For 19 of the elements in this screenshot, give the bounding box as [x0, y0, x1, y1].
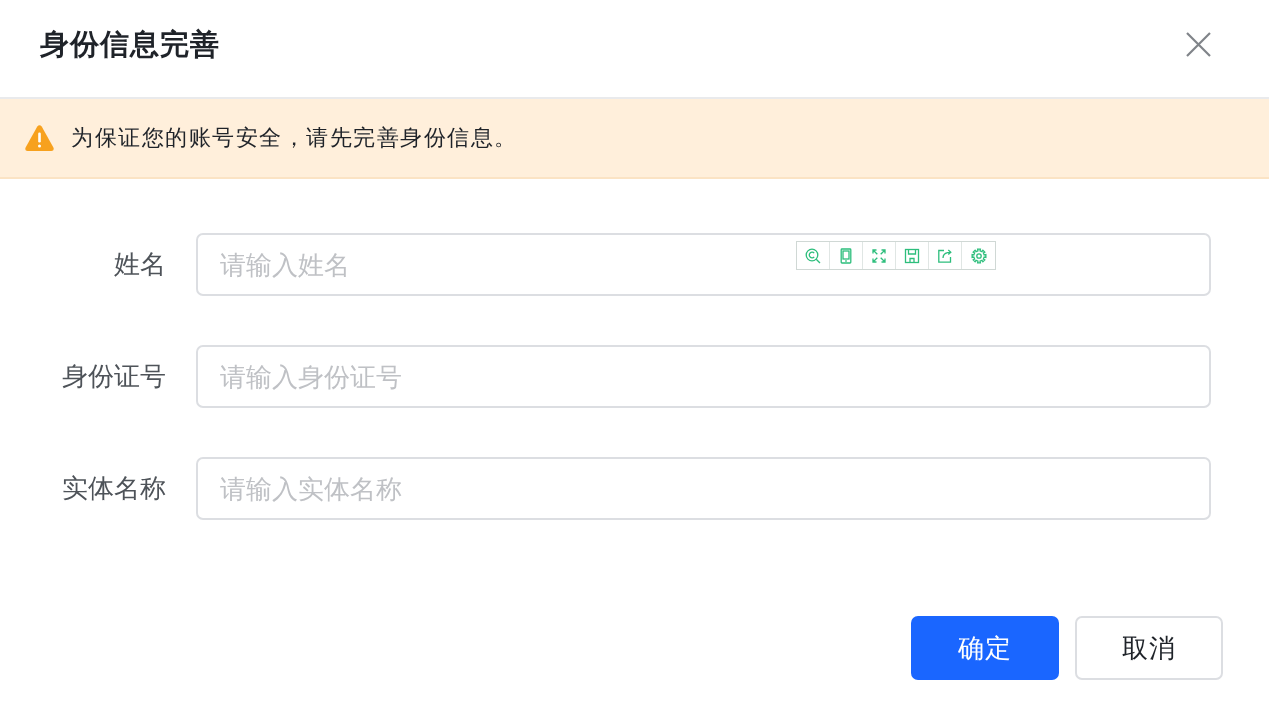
share-icon	[937, 247, 953, 264]
text-input[interactable]: 请输入姓名	[196, 233, 1211, 296]
copyright-search-icon	[805, 247, 821, 264]
field-label: 姓名	[113, 248, 166, 281]
close-icon	[1186, 31, 1211, 57]
warning-icon	[25, 125, 54, 151]
dialog-title: 身份信息完善	[40, 26, 220, 62]
close-button[interactable]	[1186, 31, 1211, 57]
field-label: 身份证号	[61, 360, 166, 393]
field-label: 实体名称	[61, 472, 166, 505]
expand-icon	[871, 247, 887, 264]
alert-message: 为保证您的账号安全，请先完善身份信息。	[71, 124, 518, 152]
floppy-disk-icon	[904, 247, 920, 264]
text-input[interactable]: 请输入身份证号	[196, 345, 1211, 408]
settings-icon	[970, 247, 987, 264]
cancel-button[interactable]: 取消	[1075, 616, 1223, 680]
confirm-button[interactable]: 确定	[911, 616, 1059, 680]
text-input[interactable]: 请输入实体名称	[196, 457, 1211, 520]
tablet-icon	[838, 247, 854, 264]
